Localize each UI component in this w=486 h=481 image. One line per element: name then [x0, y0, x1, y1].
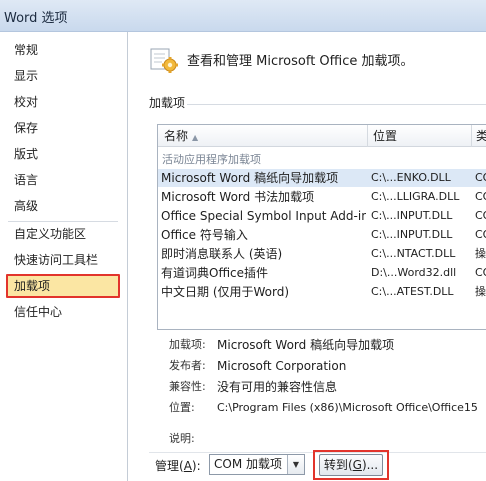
- detail-location: 位置: C:\Program Files (x86)\Microsoft Off…: [169, 401, 478, 414]
- group-label-active: 活动应用程序加载项: [162, 153, 261, 166]
- sidebar-item-trust-center[interactable]: 信任中心: [6, 300, 120, 324]
- manage-label: 管理(A):: [155, 459, 201, 473]
- page-title: 查看和管理 Microsoft Office 加载项。: [187, 54, 414, 69]
- table-row[interactable]: Microsoft Word 稿纸向导加载项 C:\...ENKO.DLL CO: [158, 169, 486, 187]
- sidebar-item-display[interactable]: 显示: [6, 64, 120, 88]
- go-button[interactable]: 转到(G)...: [319, 454, 383, 476]
- sidebar-item-language[interactable]: 语言: [6, 168, 120, 192]
- table-row[interactable]: 有道词典Office插件 D:\...Word32.dll CO: [158, 264, 486, 282]
- sidebar-item-save[interactable]: 保存: [6, 116, 120, 140]
- main-panel: 查看和管理 Microsoft Office 加载项。 加载项 名称▲ 位置 类…: [129, 32, 486, 481]
- table-row[interactable]: 即时消息联系人 (英语) C:\...NTACT.DLL 操: [158, 245, 486, 263]
- sidebar-item-advanced[interactable]: 高级: [6, 194, 120, 218]
- sidebar-item-proofing[interactable]: 校对: [6, 90, 120, 114]
- section-label-addins: 加载项: [149, 96, 186, 110]
- sidebar-item-customize-ribbon[interactable]: 自定义功能区: [6, 222, 120, 246]
- column-header-type[interactable]: 类: [476, 125, 486, 147]
- manage-dropdown-value: COM 加载项: [214, 457, 282, 471]
- section-divider: [187, 104, 486, 105]
- table-row[interactable]: Office 符号输入 C:\...INPUT.DLL CO: [158, 226, 486, 244]
- table-row[interactable]: Office Special Symbol Input Add-in C:\..…: [158, 207, 486, 225]
- sidebar-item-quick-access-toolbar[interactable]: 快速访问工具栏: [6, 248, 120, 272]
- sidebar-item-general[interactable]: 常规: [6, 38, 120, 62]
- manage-dropdown[interactable]: COM 加载项 ▼: [209, 454, 305, 475]
- sidebar-item-layout[interactable]: 版式: [6, 142, 120, 166]
- table-row[interactable]: Microsoft Word 书法加载项 C:\...LLIGRA.DLL CO: [158, 188, 486, 206]
- title-bar: Word 选项: [0, 0, 486, 32]
- list-header: 名称▲ 位置 类: [158, 125, 486, 147]
- table-row[interactable]: 中文日期 (仅用于Word) C:\...ATEST.DLL 操: [158, 283, 486, 301]
- addins-list[interactable]: 名称▲ 位置 类 活动应用程序加载项 Microsoft Word 稿纸向导加载…: [157, 124, 486, 330]
- sort-up-icon: ▲: [192, 133, 199, 142]
- sidebar-item-addins[interactable]: 加载项: [6, 274, 120, 298]
- addins-gear-icon: [150, 48, 178, 73]
- window-title: Word 选项: [4, 11, 68, 26]
- column-divider: [471, 125, 472, 147]
- column-header-name[interactable]: 名称 ▲: [164, 125, 198, 147]
- column-divider: [367, 125, 368, 147]
- chevron-down-icon[interactable]: ▼: [287, 455, 304, 474]
- sidebar: 常规 显示 校对 保存 版式 语言 高级 自定义功能区 快速访问工具栏 加载项 …: [0, 32, 128, 481]
- column-header-location[interactable]: 位置: [373, 125, 397, 147]
